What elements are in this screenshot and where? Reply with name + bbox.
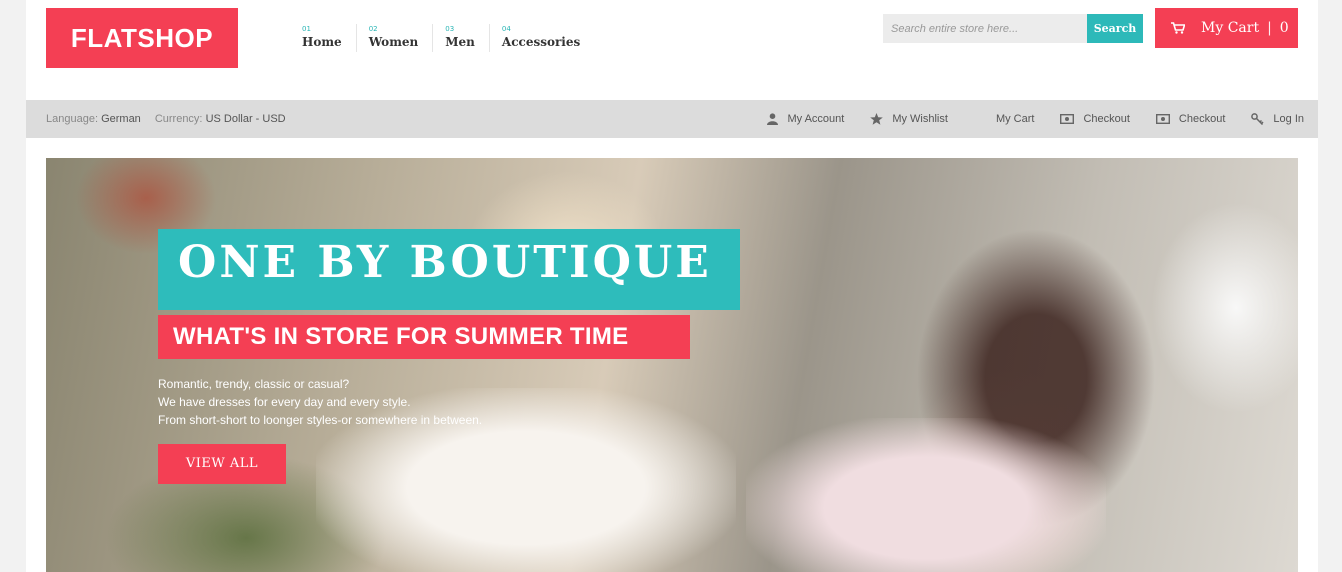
info-bar: Language: German Currency: US Dollar - U… [26,100,1318,138]
nav-item-men[interactable]: 03 Men [433,24,490,52]
search-input[interactable] [883,14,1087,43]
hero-subtitle: WHAT'S IN STORE FOR SUMMER TIME [173,323,629,350]
language-value: German [101,113,141,125]
hero-description: Romantic, trendy, classic or casual? We … [158,375,482,429]
my-cart-link[interactable]: My Cart [996,113,1035,125]
hero-subtitle-box: WHAT'S IN STORE FOR SUMMER TIME [158,315,690,359]
checkout-link[interactable]: Checkout [1155,113,1226,125]
nav-label: Home [302,35,342,49]
currency-value: US Dollar - USD [205,113,286,125]
cart-count: 0 [1279,20,1289,36]
language-label: Language: [46,113,98,125]
hero-photo-dress-right [746,418,1106,572]
cart-separator: | [1267,20,1272,36]
language-selector[interactable]: Language: German [46,113,141,125]
header: FLATSHOP 01 Home 02 Women 03 Men 04 Acce… [26,0,1318,100]
money-icon [1155,114,1170,124]
search-button[interactable]: Search [1087,14,1143,43]
main-nav: 01 Home 02 Women 03 Men 04 Accessories [290,24,594,54]
nav-label: Men [445,35,475,49]
hero-description-line: Romantic, trendy, classic or casual? [158,377,350,391]
checkout-link[interactable]: Checkout [1060,113,1130,125]
my-account-link[interactable]: My Account [767,113,844,125]
nav-label: Accessories [501,35,581,49]
logo[interactable]: FLATSHOP [46,8,238,68]
link-label: Checkout [1178,113,1226,125]
account-links: My Account My Wishlist My Cart Checkout [741,100,1304,138]
money-icon [1060,114,1075,124]
view-all-button[interactable]: VIEW ALL [158,444,286,484]
hero-banner: ONE BY BOUTIQUE WHAT'S IN STORE FOR SUMM… [46,158,1298,572]
cart-label: My Cart [1201,20,1260,36]
link-label: Log In [1273,113,1304,125]
nav-item-women[interactable]: 02 Women [357,24,434,52]
nav-number: 01 [302,25,311,33]
link-label: My Account [787,113,845,125]
hero-title: ONE BY BOUTIQUE [178,237,712,288]
link-label: My Wishlist [892,113,948,125]
nav-number: 02 [368,25,378,33]
nav-label: Women [368,35,419,49]
link-label: My Cart [995,113,1035,125]
nav-number: 03 [445,25,455,33]
star-icon [870,113,884,125]
hero-title-box: ONE BY BOUTIQUE [158,229,740,310]
nav-item-accessories[interactable]: 04 Accessories [490,24,594,52]
log-in-link[interactable]: Log In [1251,113,1304,125]
nav-item-home[interactable]: 01 Home [290,24,357,52]
my-wishlist-link[interactable]: My Wishlist [870,113,948,125]
cart-icon [1171,22,1185,34]
page: FLATSHOP 01 Home 02 Women 03 Men 04 Acce… [26,0,1318,572]
link-label: Checkout [1083,113,1130,125]
hero-description-line: From short-short to loonger styles-or so… [158,413,483,427]
my-cart-button[interactable]: My Cart | 0 [1155,8,1298,48]
currency-selector[interactable]: Currency: US Dollar - USD [155,113,286,125]
user-icon [767,113,779,125]
store-settings: Language: German Currency: US Dollar - U… [46,113,286,125]
hero-description-line: We have dresses for every day and every … [158,395,411,409]
nav-number: 04 [501,25,511,33]
key-icon [1251,113,1264,125]
currency-label: Currency: [154,113,203,125]
